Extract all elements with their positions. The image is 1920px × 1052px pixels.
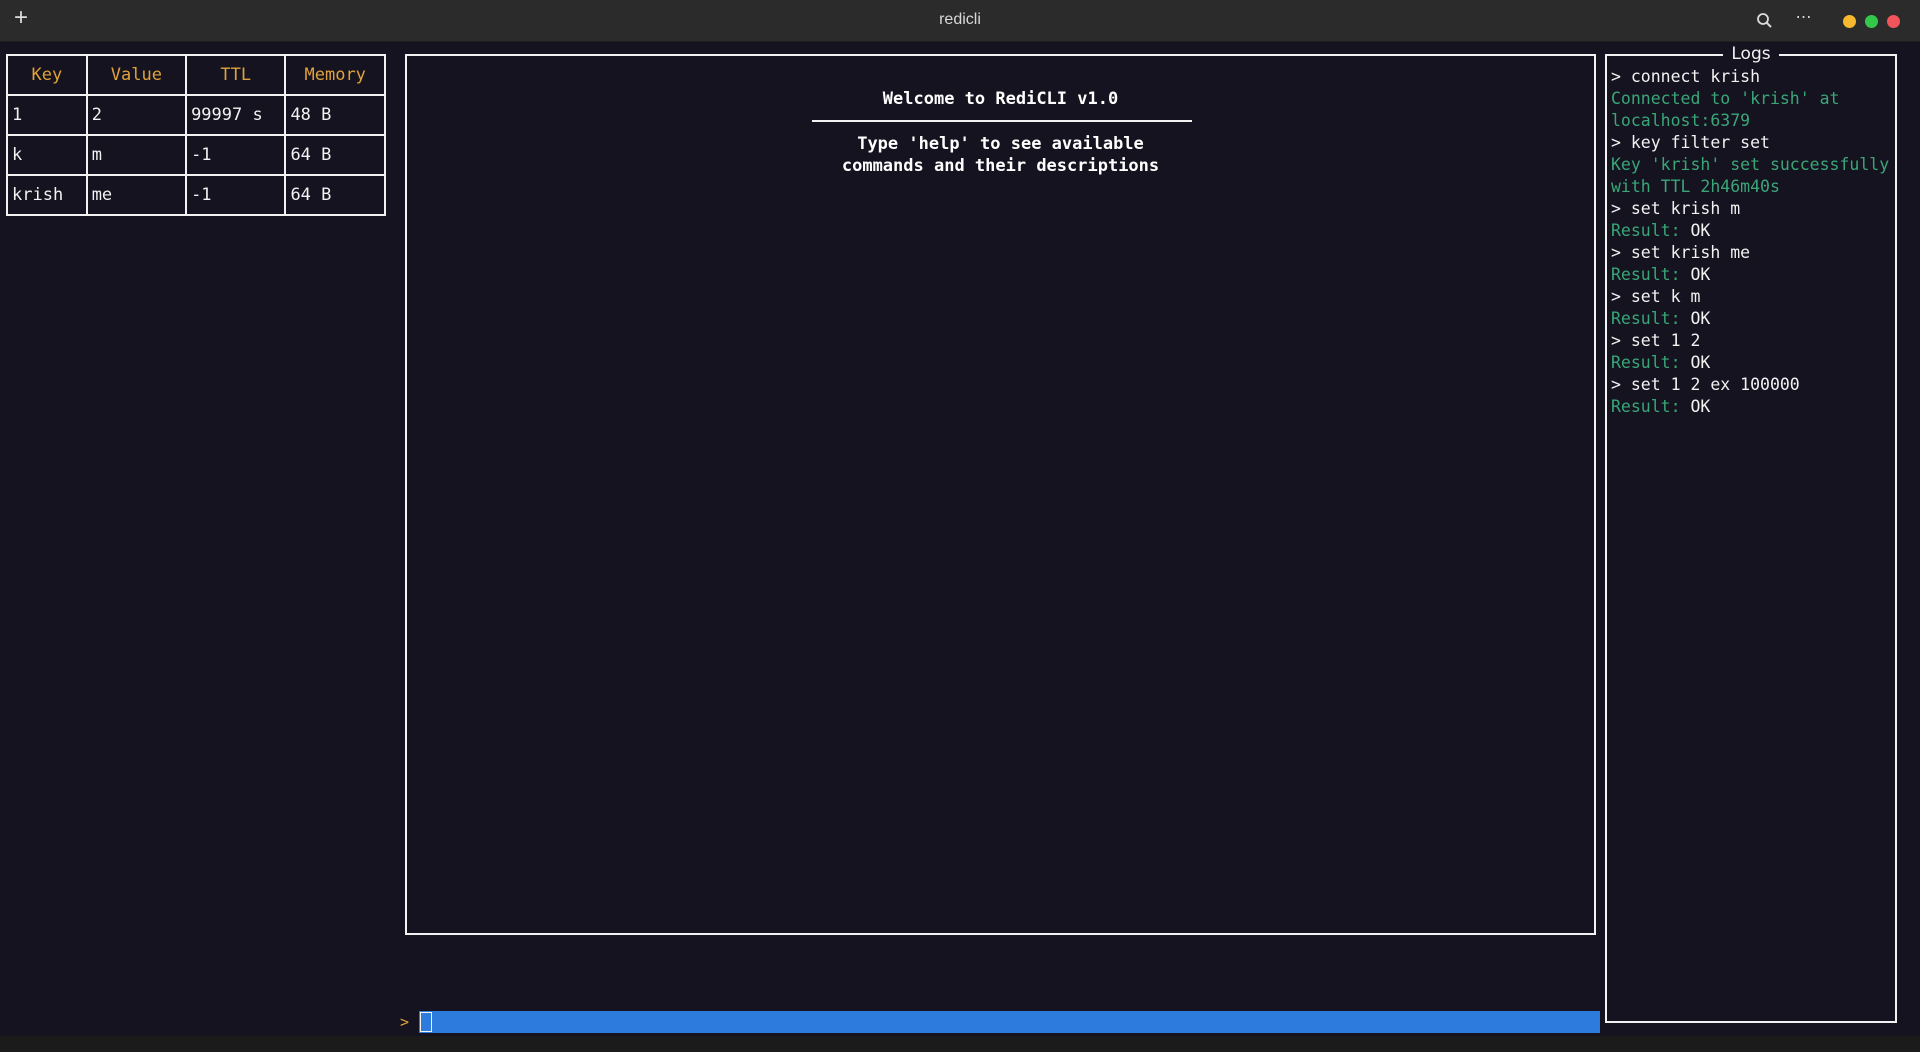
- welcome-divider: [812, 120, 1192, 122]
- header-value: Value: [85, 54, 188, 96]
- cell-ttl: -1: [185, 174, 287, 216]
- log-result-value: OK: [1690, 265, 1711, 284]
- log-entry: Result: OK: [1611, 396, 1891, 418]
- log-result-value: OK: [1690, 221, 1711, 240]
- cell-ttl: -1: [185, 134, 287, 176]
- log-entry: > key filter set: [1611, 133, 1770, 152]
- table-header-row: Key Value TTL Memory: [6, 54, 386, 96]
- table-row[interactable]: krish me -1 64 B: [6, 174, 386, 216]
- log-entry: Result: OK: [1611, 308, 1891, 330]
- log-entry: Result: OK: [1611, 220, 1891, 242]
- log-entry: Key 'krish' set successfully with TTL 2h…: [1611, 155, 1900, 196]
- text-cursor: [420, 1012, 432, 1032]
- table-row[interactable]: k m -1 64 B: [6, 134, 386, 176]
- log-result-label: Result:: [1611, 353, 1691, 372]
- log-entry: Connected to 'krish' at localhost:6379: [1611, 89, 1850, 130]
- cell-value: me: [85, 174, 188, 216]
- cell-key: 1: [6, 94, 88, 136]
- cell-key: k: [6, 134, 88, 176]
- cell-memory: 64 B: [284, 134, 386, 176]
- header-key: Key: [6, 54, 88, 96]
- cell-value: m: [85, 134, 188, 176]
- window-title: redicli: [939, 11, 981, 28]
- log-result-label: Result:: [1611, 397, 1691, 416]
- title-bar: + redicli ⋯: [0, 0, 1920, 42]
- header-memory: Memory: [284, 54, 386, 96]
- log-result-label: Result:: [1611, 221, 1691, 240]
- search-icon[interactable]: [1754, 10, 1776, 32]
- welcome-hint-line: Type 'help' to see available: [857, 134, 1144, 154]
- log-result-value: OK: [1690, 353, 1711, 372]
- log-entry: > set 1 2 ex 100000: [1611, 375, 1800, 394]
- bottom-strip: [0, 1036, 1920, 1052]
- more-options-icon[interactable]: ⋯: [1792, 6, 1816, 30]
- welcome-hint: Type 'help' to see available commands an…: [407, 133, 1594, 177]
- cell-value: 2: [85, 94, 188, 136]
- log-result-value: OK: [1690, 309, 1711, 328]
- log-entry: > set krish m: [1611, 199, 1741, 218]
- log-entry: Result: OK: [1611, 352, 1891, 374]
- prompt-symbol: >: [400, 1013, 410, 1031]
- log-entry: > connect krish: [1611, 67, 1761, 86]
- logs-panel: Logs > connect krish Connected to 'krish'…: [1605, 44, 1897, 1023]
- log-entry: Result: OK: [1611, 264, 1891, 286]
- welcome-hint-line: commands and their descriptions: [841, 156, 1160, 176]
- main-output-panel: Welcome to RediCLI v1.0 Type 'help' to s…: [405, 54, 1596, 935]
- log-result-value: OK: [1690, 397, 1711, 416]
- maximize-button[interactable]: [1865, 15, 1878, 28]
- logs-title: Logs: [1607, 44, 1895, 64]
- welcome-title: Welcome to RediCLI v1.0: [882, 89, 1119, 109]
- header-ttl: TTL: [185, 54, 287, 96]
- log-result-label: Result:: [1611, 265, 1691, 284]
- table-row[interactable]: 1 2 99997 s 48 B: [6, 94, 386, 136]
- cell-key: krish: [6, 174, 88, 216]
- logs-list: > connect krish Connected to 'krish' at l…: [1611, 66, 1891, 418]
- close-button[interactable]: [1887, 15, 1900, 28]
- command-input[interactable]: [419, 1011, 1600, 1033]
- cell-memory: 48 B: [284, 94, 386, 136]
- cell-memory: 64 B: [284, 174, 386, 216]
- log-entry: > set k m: [1611, 287, 1701, 306]
- cell-ttl: 99997 s: [185, 94, 287, 136]
- keys-table: Key Value TTL Memory 1 2 99997 s 48 B k …: [6, 54, 386, 216]
- log-entry: > set 1 2: [1611, 331, 1701, 350]
- log-result-label: Result:: [1611, 309, 1691, 328]
- minimize-button[interactable]: [1843, 15, 1856, 28]
- log-entry: > set krish me: [1611, 243, 1751, 262]
